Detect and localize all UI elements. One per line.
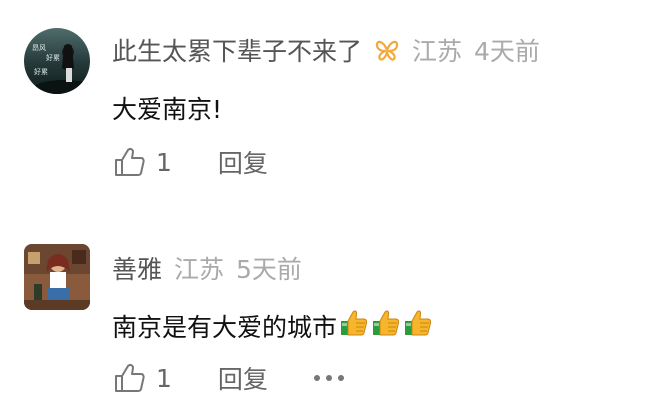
- avatar[interactable]: [24, 244, 90, 310]
- comment-text-content: 大爱南京!: [112, 95, 223, 124]
- avatar-caption: 昂风: [32, 44, 46, 52]
- avatar-image: [24, 244, 90, 310]
- comment-header: 此生太累下辈子不来了 江苏 4天前: [112, 32, 540, 68]
- reply-button[interactable]: 回复: [218, 144, 268, 180]
- comment-actions: 1 回复: [114, 144, 268, 180]
- thumbs-up-outline-icon: [115, 363, 145, 392]
- more-options-button[interactable]: [312, 373, 346, 383]
- location: 江苏: [174, 255, 225, 284]
- comment-actions: 1 回复: [114, 360, 346, 396]
- comment-header: 善雅 江苏 5天前: [112, 250, 302, 286]
- like-button[interactable]: 1: [114, 147, 172, 177]
- butterfly-badge-icon: [374, 38, 400, 62]
- location: 江苏: [412, 37, 463, 66]
- more-dots-icon: [313, 375, 344, 381]
- comment-text: 南京是有大爱的城市: [112, 306, 433, 346]
- avatar-caption: 好累: [46, 53, 60, 62]
- thumbs-up-icon: [339, 309, 369, 343]
- like-count: 1: [156, 147, 172, 177]
- like-button[interactable]: 1: [114, 363, 172, 393]
- like-count: 1: [156, 363, 172, 393]
- username[interactable]: 此生太累下辈子不来了: [112, 32, 362, 68]
- reply-button[interactable]: 回复: [218, 360, 268, 396]
- thumbs-up-icon: [403, 309, 433, 343]
- avatar-image: 昂风 好累 好累: [24, 28, 90, 94]
- timestamp: 5天前: [236, 255, 302, 284]
- thumbs-up-outline-icon: [115, 147, 145, 176]
- comment-item: 善雅 江苏 5天前 南京是有大爱的城市 1 回复: [0, 210, 648, 416]
- timestamp: 4天前: [474, 37, 540, 66]
- comment-text-content: 南京是有大爱的城市: [112, 313, 338, 342]
- username[interactable]: 善雅: [112, 250, 162, 286]
- avatar[interactable]: 昂风 好累 好累: [24, 28, 90, 94]
- avatar-caption: 好累: [34, 67, 48, 76]
- comment-text: 大爱南京!: [112, 88, 222, 128]
- thumbs-up-icon: [371, 309, 401, 343]
- comment-item: 昂风 好累 好累 此生太累下辈子不来了 江苏 4天前 大爱南京! 1 回复: [0, 0, 648, 210]
